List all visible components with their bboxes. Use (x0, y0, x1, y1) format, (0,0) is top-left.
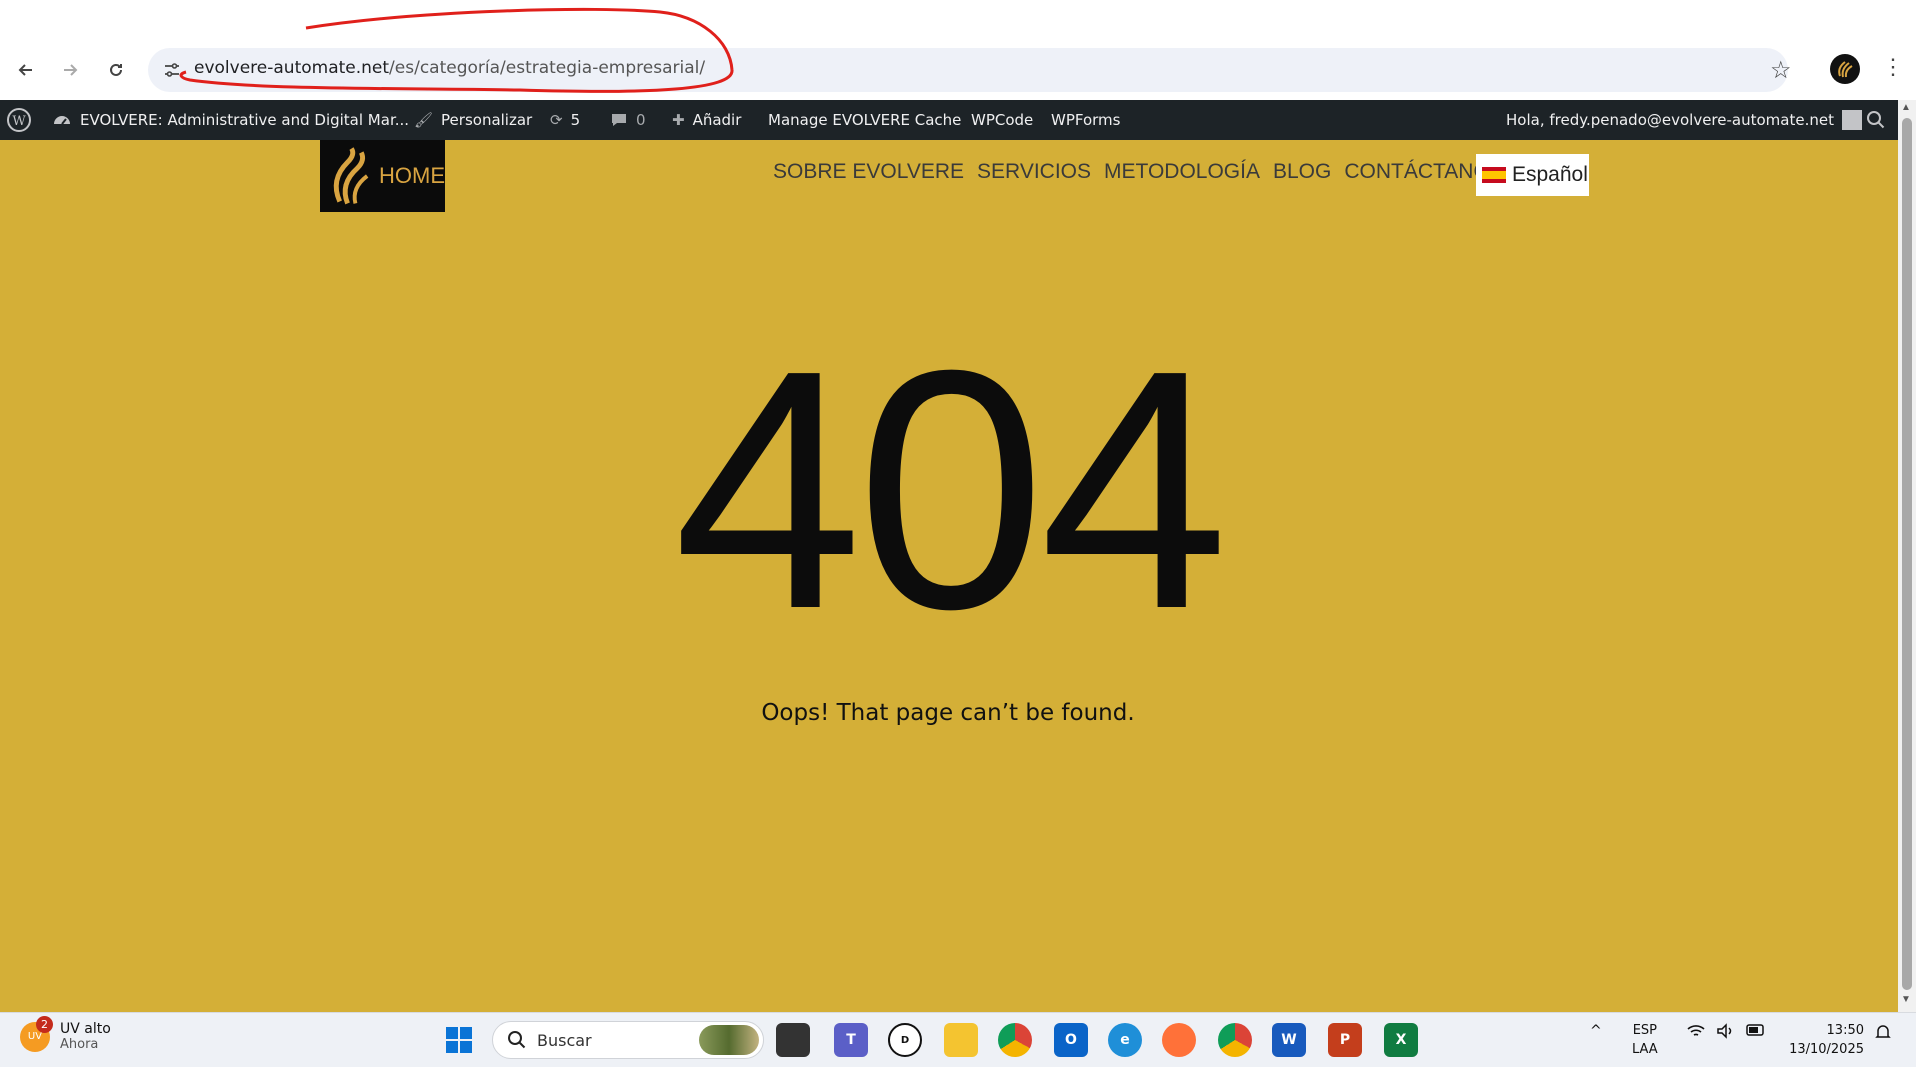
wifi-icon[interactable] (1686, 1023, 1706, 1043)
admin-customize-link[interactable]: 🖌 Personalizar (414, 100, 532, 140)
layout-code: LAA (1632, 1042, 1658, 1057)
error-message: Oops! That page can’t be found. (761, 700, 1135, 726)
admin-comments-link[interactable]: 0 (610, 100, 646, 140)
windows-taskbar: UV 2 UV alto Ahora Buscar T D O e W P X … (0, 1012, 1916, 1067)
admin-greeting: Hola, fredy.penado@evolvere-automate.net (1506, 111, 1834, 129)
admin-site-name: EVOLVERE: Administrative and Digital Mar… (80, 111, 410, 129)
admin-wpforms-link[interactable]: WPForms (1051, 100, 1120, 140)
wordpress-logo-icon[interactable]: W (6, 100, 32, 140)
show-hidden-icons-icon[interactable]: ^ (1590, 1023, 1602, 1039)
reload-icon (110, 63, 122, 76)
file-explorer-icon[interactable] (944, 1023, 978, 1057)
admin-cache-label: Manage EVOLVERE Cache (768, 111, 962, 129)
svg-text:W: W (12, 114, 26, 129)
admin-wpcode-link[interactable]: WPCode (971, 100, 1033, 140)
error-code: 404 (673, 300, 1228, 680)
user-avatar (1841, 110, 1862, 130)
chrome-icon[interactable] (998, 1023, 1032, 1057)
page-scrollbar[interactable]: ▲ ▼ (1898, 100, 1916, 1012)
admin-new-link[interactable]: ✚ Añadir (672, 100, 741, 140)
lang-code: ESP (1632, 1023, 1657, 1038)
arrow-left-icon (18, 64, 32, 76)
system-clock[interactable]: 13:50 13/10/2025 (1784, 1021, 1864, 1059)
reload-button[interactable] (98, 52, 134, 88)
search-highlight-image (699, 1025, 759, 1055)
scroll-up-icon[interactable]: ▲ (1901, 102, 1911, 113)
admin-customize-label: Personalizar (441, 111, 533, 129)
scroll-thumb[interactable] (1902, 118, 1912, 990)
task-view-icon[interactable] (776, 1023, 810, 1057)
site-info-icon[interactable] (160, 58, 184, 82)
forward-button[interactable] (52, 52, 88, 88)
clock-date: 13/10/2025 (1789, 1042, 1864, 1057)
windows-start-icon[interactable] (442, 1023, 476, 1057)
refresh-icon: ⟳ (550, 111, 563, 129)
admin-wpforms-label: WPForms (1051, 111, 1121, 129)
scroll-down-icon[interactable]: ▼ (1901, 994, 1911, 1005)
input-language[interactable]: ESP LAA (1632, 1021, 1658, 1059)
admin-site-link[interactable]: EVOLVERE: Administrative and Digital Mar… (52, 100, 409, 140)
edge-icon[interactable]: e (1108, 1023, 1142, 1057)
admin-wpcode-label: WPCode (971, 111, 1034, 129)
browser-toolbar: evolvere-automate.net/es/categoría/estra… (0, 0, 1916, 100)
browser-menu-icon[interactable]: ⋮ (1882, 54, 1904, 80)
uv-icon-text: UV (27, 1031, 43, 1042)
firefox-icon[interactable] (1162, 1023, 1196, 1057)
url-text[interactable]: evolvere-automate.net/es/categoría/estra… (194, 58, 705, 78)
nav-sobre-evolvere[interactable]: SOBRE EVOLVERE (773, 160, 964, 184)
plus-icon: ✚ (672, 111, 685, 129)
powerpoint-icon[interactable]: P (1328, 1023, 1362, 1057)
search-icon (508, 1031, 526, 1049)
bookmark-star-icon[interactable]: ☆ (1770, 56, 1792, 85)
language-switcher[interactable]: Español (1476, 154, 1589, 196)
profile-avatar[interactable] (1830, 54, 1860, 84)
flame-logo-icon (333, 147, 369, 205)
brush-icon: 🖌 (414, 111, 434, 129)
word-icon[interactable]: W (1272, 1023, 1306, 1057)
nav-servicios[interactable]: SERVICIOS (977, 160, 1091, 184)
logo-text: HOME (379, 163, 445, 188)
comment-icon (612, 114, 626, 126)
excel-icon[interactable]: X (1384, 1023, 1418, 1057)
admin-comments-count: 0 (636, 111, 646, 129)
admin-updates-count: 5 (570, 111, 581, 129)
chrome-profile-icon[interactable] (1218, 1023, 1252, 1057)
language-label: Español (1512, 163, 1588, 186)
widget-title: UV alto (60, 1021, 111, 1037)
dashboard-icon (54, 116, 70, 125)
admin-account-menu[interactable]: Hola, fredy.penado@evolvere-automate.net (1506, 100, 1862, 140)
wp-admin-bar: W EVOLVERE: Administrative and Digital M… (0, 100, 1916, 140)
url-domain: evolvere-automate.net (194, 58, 390, 78)
taskbar-search[interactable]: Buscar (492, 1021, 764, 1059)
admin-search-icon[interactable] (1866, 100, 1886, 140)
dell-icon[interactable]: D (888, 1023, 922, 1057)
spain-flag-icon (1482, 167, 1506, 183)
nav-blog[interactable]: BLOG (1273, 160, 1331, 184)
admin-cache-link[interactable]: Manage EVOLVERE Cache (768, 100, 961, 140)
back-button[interactable] (8, 52, 44, 88)
nav-metodologia[interactable]: METODOLOGÍA (1104, 160, 1260, 184)
clock-time: 13:50 (1826, 1023, 1864, 1038)
uv-icon: UV 2 (20, 1015, 53, 1052)
admin-updates-link[interactable]: ⟳ 5 (550, 100, 580, 140)
arrow-right-icon (64, 64, 78, 76)
main-navigation: SOBRE EVOLVERE SERVICIOS METODOLOGÍA BLO… (773, 160, 1504, 184)
site-logo[interactable]: HOME (320, 140, 445, 212)
volume-icon[interactable] (1716, 1023, 1736, 1043)
battery-icon[interactable] (1746, 1023, 1766, 1041)
notifications-icon[interactable] (1874, 1023, 1892, 1045)
weather-widget[interactable]: UV 2 UV alto Ahora (20, 1015, 111, 1052)
url-path: /es/categoría/estrategia-empresarial/ (389, 58, 706, 78)
outlook-icon[interactable]: O (1054, 1023, 1088, 1057)
widget-subtitle: Ahora (60, 1037, 99, 1052)
search-placeholder: Buscar (537, 1030, 592, 1050)
teams-icon[interactable]: T (834, 1023, 868, 1057)
admin-new-label: Añadir (692, 111, 742, 129)
notification-badge: 2 (36, 1015, 53, 1033)
